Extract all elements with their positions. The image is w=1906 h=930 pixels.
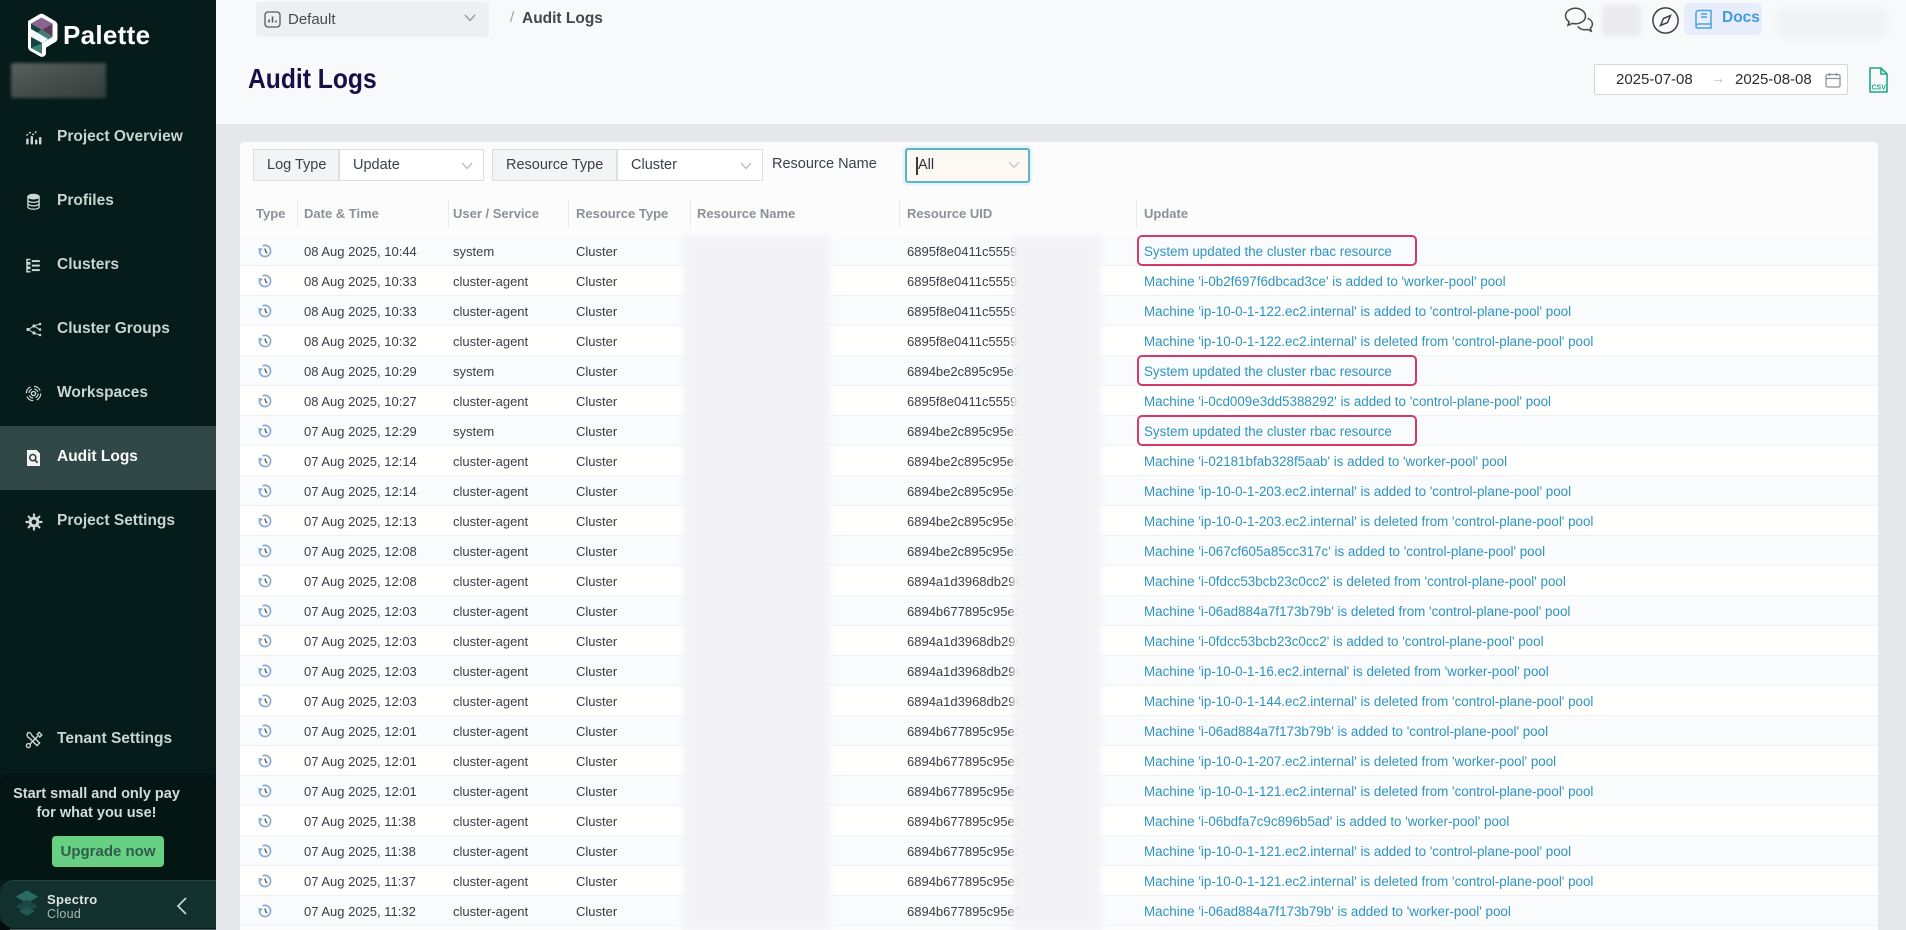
svg-text:CSV: CSV [1872,85,1887,92]
